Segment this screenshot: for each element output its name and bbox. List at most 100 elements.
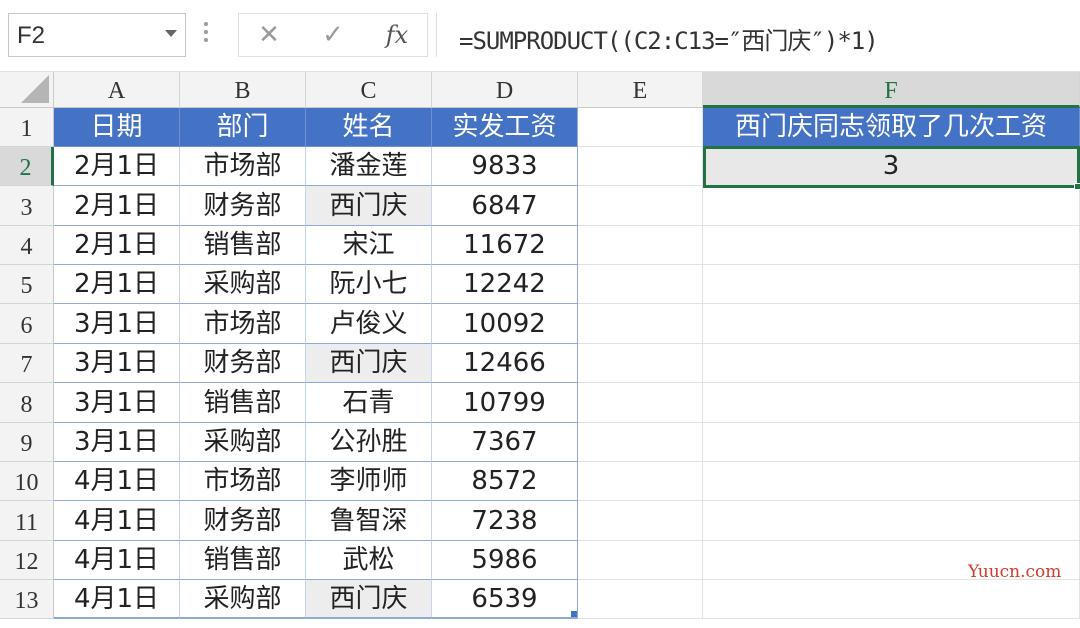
department-cell[interactable]: 财务部 [180, 344, 306, 383]
date-cell[interactable]: 4月1日 [54, 541, 180, 580]
table-resize-handle[interactable] [571, 611, 577, 617]
column-header-a[interactable]: A [54, 72, 180, 108]
name-cell[interactable]: 鲁智深 [306, 501, 432, 541]
table-header-date-header[interactable]: 日期 [54, 108, 180, 147]
empty-cell[interactable] [578, 423, 703, 462]
enter-icon[interactable]: ✓ [311, 16, 355, 54]
salary-cell[interactable]: 11672 [432, 226, 578, 265]
row-header-4[interactable]: 4 [0, 226, 54, 265]
table-header-name-header[interactable]: 姓名 [306, 108, 432, 147]
formula-bar-grip-icon[interactable] [203, 22, 209, 48]
column-header-b[interactable]: B [180, 72, 306, 108]
date-cell[interactable]: 2月1日 [54, 186, 180, 226]
row-header-6[interactable]: 6 [0, 304, 54, 344]
name-cell[interactable]: 石青 [306, 383, 432, 423]
salary-cell[interactable]: 7367 [432, 423, 578, 462]
date-cell[interactable]: 3月1日 [54, 344, 180, 383]
department-cell[interactable]: 销售部 [180, 226, 306, 265]
empty-cell[interactable] [703, 423, 1080, 462]
date-cell[interactable]: 3月1日 [54, 304, 180, 344]
department-cell[interactable]: 采购部 [180, 265, 306, 304]
row-header-5[interactable]: 5 [0, 265, 54, 304]
salary-cell[interactable]: 8572 [432, 462, 578, 501]
name-cell[interactable]: 卢俊义 [306, 304, 432, 344]
empty-cell[interactable] [703, 462, 1080, 501]
department-cell[interactable]: 采购部 [180, 580, 306, 619]
department-cell[interactable]: 市场部 [180, 147, 306, 186]
empty-cell[interactable] [578, 108, 703, 147]
row-header-1[interactable]: 1 [0, 108, 54, 147]
column-header-d[interactable]: D [432, 72, 578, 108]
name-cell[interactable]: 李师师 [306, 462, 432, 501]
date-cell[interactable]: 4月1日 [54, 580, 180, 619]
empty-cell[interactable] [703, 265, 1080, 304]
name-cell[interactable]: 西门庆 [306, 186, 432, 226]
salary-cell[interactable]: 10799 [432, 383, 578, 423]
name-cell[interactable]: 西门庆 [306, 580, 432, 619]
select-all-button[interactable] [0, 72, 54, 108]
salary-cell[interactable]: 9833 [432, 147, 578, 186]
name-cell[interactable]: 潘金莲 [306, 147, 432, 186]
row-header-8[interactable]: 8 [0, 383, 54, 423]
cancel-icon[interactable]: ✕ [247, 16, 291, 54]
empty-cell[interactable] [578, 462, 703, 501]
empty-cell[interactable] [578, 580, 703, 619]
formula-input[interactable]: =SUMPRODUCT((C2:C13=″西门庆″)*1) [436, 13, 1080, 57]
empty-cell[interactable] [578, 344, 703, 383]
date-cell[interactable]: 2月1日 [54, 265, 180, 304]
name-cell[interactable]: 公孙胜 [306, 423, 432, 462]
department-cell[interactable]: 财务部 [180, 186, 306, 226]
name-cell[interactable]: 武松 [306, 541, 432, 580]
row-header-12[interactable]: 12 [0, 541, 54, 580]
empty-cell[interactable] [578, 541, 703, 580]
chevron-down-icon[interactable] [165, 30, 177, 37]
column-header-e[interactable]: E [578, 72, 703, 108]
department-cell[interactable]: 市场部 [180, 304, 306, 344]
salary-cell[interactable]: 6539 [432, 580, 578, 619]
fill-handle[interactable] [1074, 183, 1080, 190]
row-header-3[interactable]: 3 [0, 186, 54, 226]
empty-cell[interactable] [703, 344, 1080, 383]
department-cell[interactable]: 采购部 [180, 423, 306, 462]
empty-cell[interactable] [578, 501, 703, 541]
date-cell[interactable]: 4月1日 [54, 501, 180, 541]
salary-cell[interactable]: 12466 [432, 344, 578, 383]
salary-cell[interactable]: 12242 [432, 265, 578, 304]
empty-cell[interactable] [578, 383, 703, 423]
empty-cell[interactable] [703, 501, 1080, 541]
department-cell[interactable]: 销售部 [180, 541, 306, 580]
empty-cell[interactable] [703, 383, 1080, 423]
name-box[interactable]: F2 [8, 13, 186, 57]
empty-cell[interactable] [703, 226, 1080, 265]
empty-cell[interactable] [578, 226, 703, 265]
row-header-10[interactable]: 10 [0, 462, 54, 501]
name-cell[interactable]: 阮小七 [306, 265, 432, 304]
date-cell[interactable]: 4月1日 [54, 462, 180, 501]
empty-cell[interactable] [703, 304, 1080, 344]
salary-cell[interactable]: 6847 [432, 186, 578, 226]
date-cell[interactable]: 3月1日 [54, 423, 180, 462]
row-header-7[interactable]: 7 [0, 344, 54, 383]
name-cell[interactable]: 宋江 [306, 226, 432, 265]
empty-cell[interactable] [578, 265, 703, 304]
salary-cell[interactable]: 5986 [432, 541, 578, 580]
department-cell[interactable]: 市场部 [180, 462, 306, 501]
table-header-department-header[interactable]: 部门 [180, 108, 306, 147]
date-cell[interactable]: 2月1日 [54, 147, 180, 186]
row-header-11[interactable]: 11 [0, 501, 54, 541]
question-label-cell[interactable]: 西门庆同志领取了几次工资 [703, 108, 1080, 147]
empty-cell[interactable] [703, 580, 1080, 619]
date-cell[interactable]: 3月1日 [54, 383, 180, 423]
row-header-9[interactable]: 9 [0, 423, 54, 462]
row-header-2[interactable]: 2 [0, 147, 54, 186]
date-cell[interactable]: 2月1日 [54, 226, 180, 265]
column-header-c[interactable]: C [306, 72, 432, 108]
empty-cell[interactable] [703, 186, 1080, 226]
name-cell[interactable]: 西门庆 [306, 344, 432, 383]
empty-cell[interactable] [578, 147, 703, 186]
row-header-13[interactable]: 13 [0, 580, 54, 619]
department-cell[interactable]: 财务部 [180, 501, 306, 541]
salary-cell[interactable]: 7238 [432, 501, 578, 541]
salary-cell[interactable]: 10092 [432, 304, 578, 344]
empty-cell[interactable] [578, 186, 703, 226]
